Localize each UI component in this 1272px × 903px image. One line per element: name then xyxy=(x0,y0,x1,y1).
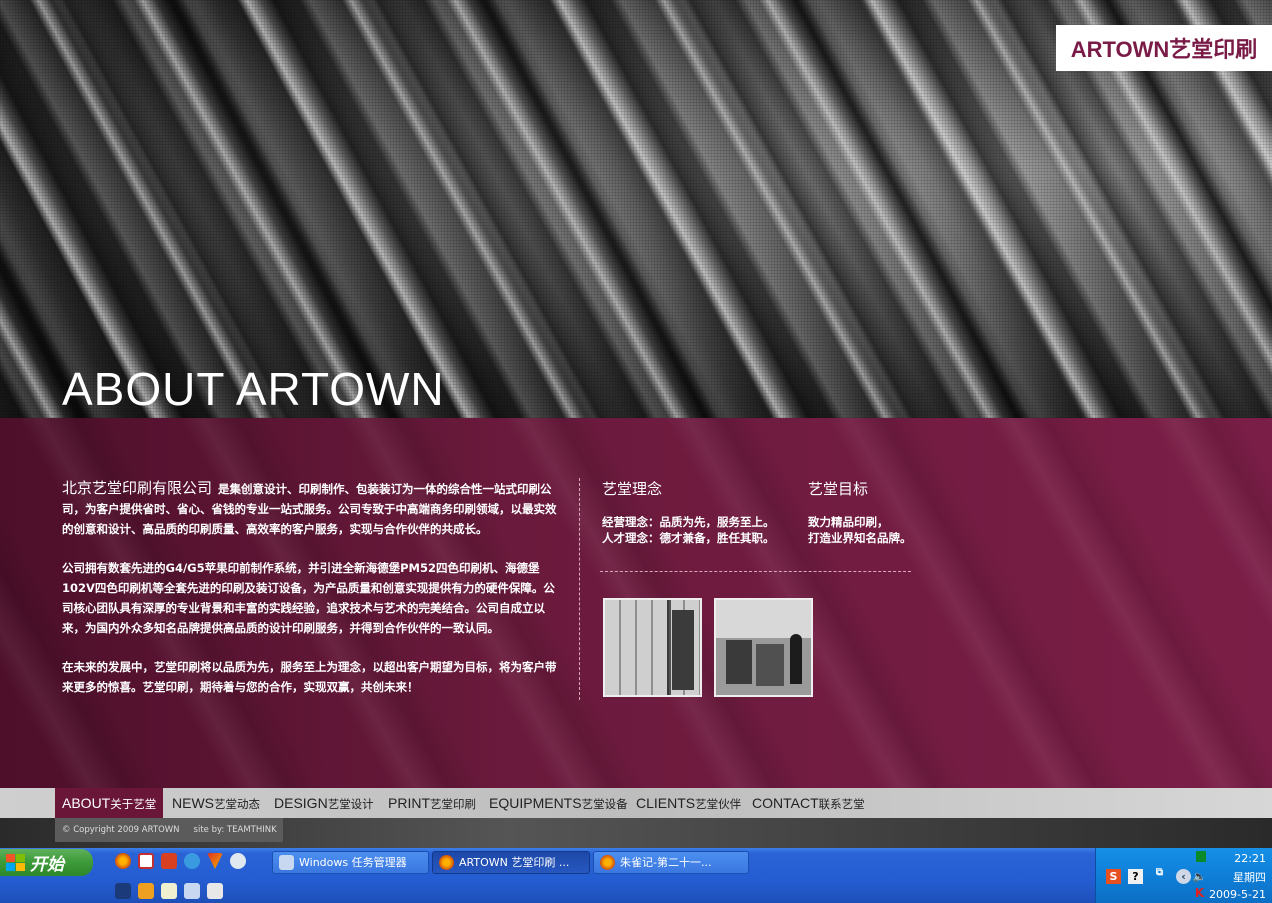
restore-icon[interactable]: ⧉ xyxy=(1152,865,1167,880)
document-quicklaunch-icon[interactable] xyxy=(207,883,223,899)
goal-line-1: 致力精品印刷， xyxy=(808,515,889,529)
intro-paragraph-2: 公司拥有数套先进的G4/G5苹果印前制作系统，并引进全新海德堡PM52四色印刷机… xyxy=(62,561,555,635)
firefox-icon xyxy=(600,855,615,870)
nav-about[interactable]: ABOUT关于艺堂 xyxy=(55,788,164,818)
notepad-quicklaunch-icon[interactable] xyxy=(161,883,177,899)
intro-paragraph-1: 北京艺堂印刷有限公司 是集创意设计、印刷制作、包装装订为一体的综合性一站式印刷公司… xyxy=(62,478,557,539)
shield-quicklaunch-icon[interactable] xyxy=(207,853,223,869)
philosophy-line-1: 经营理念：品质为先，服务至上。 xyxy=(602,515,775,529)
kaspersky-icon[interactable]: K xyxy=(1192,886,1207,901)
network-activity-icon[interactable] xyxy=(1196,851,1206,862)
copyright-text: © Copyright 2009 ARTOWN xyxy=(62,825,180,835)
windows-logo-icon xyxy=(6,853,26,872)
logo-text: ARTOWN艺堂印刷 xyxy=(1070,37,1258,62)
ime-icon[interactable]: S xyxy=(1106,869,1121,884)
task-label: Windows 任务管理器 xyxy=(299,856,407,869)
task-button-artown[interactable]: ARTOWN 艺堂印刷 ... xyxy=(432,851,590,874)
start-button[interactable]: 开始 xyxy=(0,849,93,876)
task-button-task-manager[interactable]: Windows 任务管理器 xyxy=(272,851,429,874)
chevron-left-icon[interactable]: ‹ xyxy=(1176,869,1191,884)
windows-taskbar: 开始 Windows 任务管理器 ARTOWN 艺堂印刷 ... 朱雀记-第二十… xyxy=(0,848,1272,903)
nav-about-cn: 关于艺堂 xyxy=(110,797,157,811)
paint-quicklaunch-icon[interactable] xyxy=(138,853,154,869)
nav-clients[interactable]: CLIENTS艺堂伙伴 xyxy=(636,788,741,818)
nav-design-en: DESIGN xyxy=(274,795,328,811)
nav-news-cn: 艺堂动态 xyxy=(214,797,260,811)
copyright: © Copyright 2009 ARTOWN site by: TEAMTHIN… xyxy=(55,818,283,842)
nav-clients-en: CLIENTS xyxy=(636,795,696,811)
system-tray: S ? ⧉ ‹ 🔈 K 22:21 星期四 2009-5-21 xyxy=(1095,848,1272,903)
nav-contact[interactable]: CONTACT联系艺堂 xyxy=(752,788,865,818)
intro-paragraph-3: 在未来的发展中，艺堂印刷将以品质为先，服务至上为理念，以超出客户期望为目标，将为… xyxy=(62,660,557,694)
task-label: ARTOWN 艺堂印刷 ... xyxy=(459,856,570,869)
nav-print[interactable]: PRINT艺堂印刷 xyxy=(388,788,476,818)
main-nav: ABOUT关于艺堂 NEWS艺堂动态 DESIGN艺堂设计 PRINT艺堂印刷 … xyxy=(0,788,1272,818)
philosophy-text: 经营理念：品质为先，服务至上。 人才理念：德才兼备，胜任其职。 xyxy=(602,514,775,546)
start-label: 开始 xyxy=(30,855,64,875)
goal-text: 致力精品印刷， 打造业界知名品牌。 xyxy=(808,514,912,546)
clock-time[interactable]: 22:21 xyxy=(1234,852,1266,865)
clock-day: 星期四 xyxy=(1233,871,1266,884)
task-button-novel[interactable]: 朱雀记-第二十一... xyxy=(593,851,749,874)
clock-date: 2009-5-21 xyxy=(1209,888,1266,901)
nav-equipments-cn: 艺堂设备 xyxy=(581,797,628,811)
task-label: 朱雀记-第二十一... xyxy=(620,856,712,869)
about-content: 北京艺堂印刷有限公司 是集创意设计、印刷制作、包装装订为一体的综合性一站式印刷公司… xyxy=(0,418,1272,788)
company-name: 北京艺堂印刷有限公司 xyxy=(62,479,213,497)
press-room-photo[interactable] xyxy=(714,598,813,697)
nav-print-cn: 艺堂印刷 xyxy=(430,797,476,811)
photoshop-quicklaunch-icon[interactable] xyxy=(115,883,131,899)
ie-quicklaunch-icon[interactable] xyxy=(184,853,200,869)
nav-equipments[interactable]: EQUIPMENTS艺堂设备 xyxy=(489,788,628,818)
brand-logo[interactable]: ARTOWN艺堂印刷 xyxy=(1056,25,1272,71)
nav-print-en: PRINT xyxy=(388,795,430,811)
office-photo[interactable] xyxy=(603,598,702,697)
nav-clients-cn: 艺堂伙伴 xyxy=(695,797,742,811)
volume-icon[interactable]: 🔈 xyxy=(1192,869,1207,884)
goal-title: 艺堂目标 xyxy=(808,480,869,498)
computer-quicklaunch-icon[interactable] xyxy=(184,883,200,899)
philosophy-title: 艺堂理念 xyxy=(602,480,663,498)
hero-banner: ARTOWN艺堂印刷 ABOUT ARTOWN xyxy=(0,0,1272,418)
firefox-quicklaunch-icon[interactable] xyxy=(115,853,131,869)
nav-contact-en: CONTACT xyxy=(752,795,819,811)
refresh-quicklaunch-icon[interactable] xyxy=(230,853,246,869)
intro-text: 北京艺堂印刷有限公司 是集创意设计、印刷制作、包装装订为一体的综合性一站式印刷公司… xyxy=(62,478,557,716)
nav-design-cn: 艺堂设计 xyxy=(327,797,374,811)
footer: © Copyright 2009 ARTOWN site by: TEAMTHIN… xyxy=(0,818,1272,848)
nav-about-en: ABOUT xyxy=(62,795,111,811)
download-quicklaunch-icon[interactable] xyxy=(161,853,177,869)
page-title: ABOUT ARTOWN xyxy=(62,363,445,415)
firefox-icon xyxy=(439,855,454,870)
vertical-divider xyxy=(579,478,580,700)
nav-equipments-en: EQUIPMENTS xyxy=(489,795,582,811)
rss-quicklaunch-icon[interactable] xyxy=(138,883,154,899)
horizontal-divider xyxy=(600,571,911,572)
goal-line-2: 打造业界知名品牌。 xyxy=(808,531,912,545)
nav-contact-cn: 联系艺堂 xyxy=(818,797,865,811)
site-by-link[interactable]: site by: TEAMTHINK xyxy=(194,825,277,835)
help-icon[interactable]: ? xyxy=(1128,869,1143,884)
nav-news-en: NEWS xyxy=(172,795,214,811)
nav-news[interactable]: NEWS艺堂动态 xyxy=(172,788,260,818)
philosophy-line-2: 人才理念：德才兼备，胜任其职。 xyxy=(602,531,775,545)
task-manager-icon xyxy=(279,855,294,870)
nav-design[interactable]: DESIGN艺堂设计 xyxy=(274,788,374,818)
